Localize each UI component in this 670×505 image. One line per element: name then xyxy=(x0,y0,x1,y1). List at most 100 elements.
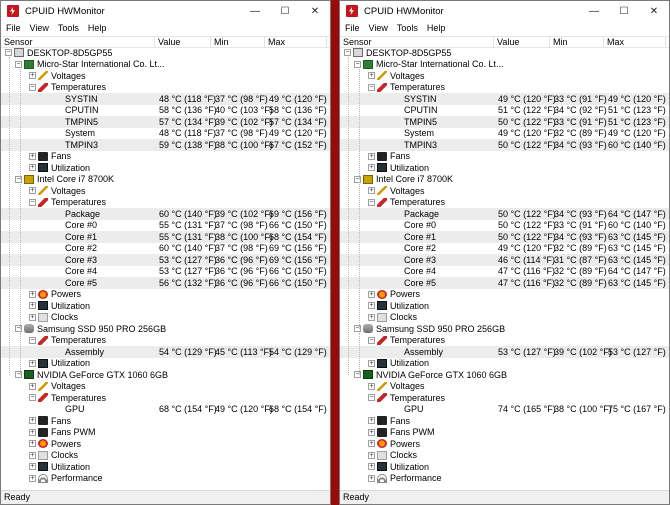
sensor-row-tmpin5[interactable]: TMPIN5 50 °C (122 °F) 33 °C (91 °F) 51 °C (… xyxy=(340,116,669,128)
expand-icon[interactable]: + xyxy=(368,290,375,298)
maximize-button[interactable]: ☐ xyxy=(609,1,639,21)
tree-node-voltages[interactable]: + Voltages xyxy=(1,185,330,197)
sensor-row-core-1[interactable]: Core #1 50 °C (122 °F) 34 °C (93 °F) 63 °C … xyxy=(340,231,669,243)
menu-tools[interactable]: Tools xyxy=(397,23,418,33)
sensor-row-core-5[interactable]: Core #5 56 °C (132 °F) 36 °C (96 °F) 66 °C … xyxy=(1,277,330,289)
tree-node-nvidia-geforce-gtx-1060-6gb[interactable]: − NVIDIA GeForce GTX 1060 6GB xyxy=(340,369,669,381)
expand-icon[interactable]: + xyxy=(29,152,36,160)
sensor-row-tmpin3[interactable]: TMPIN3 59 °C (138 °F) 38 °C (100 °F) 67 °C … xyxy=(1,139,330,151)
collapse-icon[interactable]: − xyxy=(5,49,12,57)
expand-icon[interactable]: + xyxy=(29,302,36,310)
sensor-row-core-3[interactable]: Core #3 53 °C (127 °F) 36 °C (96 °F) 69 °C … xyxy=(1,254,330,266)
tree-node-utilization[interactable]: + Utilization xyxy=(340,300,669,312)
sensor-row-core-0[interactable]: Core #0 55 °C (131 °F) 37 °C (98 °F) 66 °C … xyxy=(1,220,330,232)
minimize-button[interactable]: — xyxy=(579,1,609,21)
collapse-icon[interactable]: − xyxy=(29,336,36,344)
sensor-row-assembly[interactable]: Assembly 53 °C (127 °F) 39 °C (102 °F) 53 °… xyxy=(340,346,669,358)
tree-node-clocks[interactable]: + Clocks xyxy=(340,312,669,324)
expand-icon[interactable]: + xyxy=(29,187,36,195)
sensor-row-core-4[interactable]: Core #4 47 °C (116 °F) 32 °C (89 °F) 64 °C … xyxy=(340,266,669,278)
tree-node-intel-core-i7-8700k[interactable]: − Intel Core i7 8700K xyxy=(1,174,330,186)
menu-view[interactable]: View xyxy=(30,23,49,33)
tree-node-samsung-ssd-950-pro-256gb[interactable]: − Samsung SSD 950 PRO 256GB xyxy=(340,323,669,335)
expand-icon[interactable]: + xyxy=(368,474,375,482)
expand-icon[interactable]: + xyxy=(29,440,36,448)
tree-node-voltages[interactable]: + Voltages xyxy=(340,70,669,82)
tree-node-temperatures[interactable]: − Temperatures xyxy=(1,82,330,94)
sensor-row-gpu[interactable]: GPU 74 °C (165 °F) 38 °C (100 °F) 75 °C (16… xyxy=(340,404,669,416)
collapse-icon[interactable]: − xyxy=(29,198,36,206)
collapse-icon[interactable]: − xyxy=(354,60,361,68)
tree-node-desktop-8d5gp55[interactable]: − DESKTOP-8D5GP55 xyxy=(1,47,330,59)
expand-icon[interactable]: + xyxy=(29,290,36,298)
sensor-row-system[interactable]: System 48 °C (118 °F) 37 °C (98 °F) 49 °C (… xyxy=(1,128,330,140)
tree-node-fans-pwm[interactable]: + Fans PWM xyxy=(340,427,669,439)
tree-node-powers[interactable]: + Powers xyxy=(340,438,669,450)
collapse-icon[interactable]: − xyxy=(15,60,22,68)
close-button[interactable]: ✕ xyxy=(300,1,330,21)
tree-node-fans[interactable]: + Fans xyxy=(340,415,669,427)
minimize-button[interactable]: — xyxy=(240,1,270,21)
tree-node-temperatures[interactable]: − Temperatures xyxy=(340,392,669,404)
sensor-row-cputin[interactable]: CPUTIN 58 °C (136 °F) 40 °C (103 °F) 58 °C … xyxy=(1,105,330,117)
tree-node-desktop-8d5gp55[interactable]: − DESKTOP-8D5GP55 xyxy=(340,47,669,59)
expand-icon[interactable]: + xyxy=(29,164,36,172)
tree-node-performance[interactable]: + Performance xyxy=(340,473,669,485)
sensor-row-core-2[interactable]: Core #2 49 °C (120 °F) 32 °C (89 °F) 63 °C … xyxy=(340,243,669,255)
tree-node-clocks[interactable]: + Clocks xyxy=(1,312,330,324)
expand-icon[interactable]: + xyxy=(29,382,36,390)
expand-icon[interactable]: + xyxy=(29,72,36,80)
expand-icon[interactable]: + xyxy=(29,359,36,367)
collapse-icon[interactable]: − xyxy=(368,83,375,91)
tree-node-fans-pwm[interactable]: + Fans PWM xyxy=(1,427,330,439)
expand-icon[interactable]: + xyxy=(368,428,375,436)
expand-icon[interactable]: + xyxy=(368,382,375,390)
expand-icon[interactable]: + xyxy=(29,474,36,482)
close-button[interactable]: ✕ xyxy=(639,1,669,21)
expand-icon[interactable]: + xyxy=(29,313,36,321)
sensor-row-systin[interactable]: SYSTIN 48 °C (118 °F) 37 °C (98 °F) 49 °C (… xyxy=(1,93,330,105)
sensor-row-core-1[interactable]: Core #1 55 °C (131 °F) 38 °C (100 °F) 68 °C… xyxy=(1,231,330,243)
collapse-icon[interactable]: − xyxy=(29,394,36,402)
tree-node-clocks[interactable]: + Clocks xyxy=(340,450,669,462)
sensor-row-systin[interactable]: SYSTIN 49 °C (120 °F) 33 °C (91 °F) 49 °C (… xyxy=(340,93,669,105)
expand-icon[interactable]: + xyxy=(368,152,375,160)
expand-icon[interactable]: + xyxy=(368,451,375,459)
sensor-row-gpu[interactable]: GPU 68 °C (154 °F) 49 °C (120 °F) 68 °C (15… xyxy=(1,404,330,416)
collapse-icon[interactable]: − xyxy=(29,83,36,91)
tree-node-performance[interactable]: + Performance xyxy=(1,473,330,485)
sensor-row-package[interactable]: Package 60 °C (140 °F) 39 °C (102 °F) 69 °C… xyxy=(1,208,330,220)
expand-icon[interactable]: + xyxy=(368,164,375,172)
menu-tools[interactable]: Tools xyxy=(58,23,79,33)
expand-icon[interactable]: + xyxy=(29,417,36,425)
expand-icon[interactable]: + xyxy=(29,463,36,471)
tree-node-fans[interactable]: + Fans xyxy=(340,151,669,163)
tree-node-utilization[interactable]: + Utilization xyxy=(1,300,330,312)
tree-node-powers[interactable]: + Powers xyxy=(1,289,330,301)
tree-node-temperatures[interactable]: − Temperatures xyxy=(340,335,669,347)
expand-icon[interactable]: + xyxy=(368,359,375,367)
tree-node-voltages[interactable]: + Voltages xyxy=(1,381,330,393)
expand-icon[interactable]: + xyxy=(29,428,36,436)
tree-node-micro-star-international-co-lt[interactable]: − Micro-Star International Co. Lt... xyxy=(340,59,669,71)
tree-node-temperatures[interactable]: − Temperatures xyxy=(1,335,330,347)
sensor-row-package[interactable]: Package 50 °C (122 °F) 34 °C (93 °F) 64 °C … xyxy=(340,208,669,220)
expand-icon[interactable]: + xyxy=(368,72,375,80)
tree-node-fans[interactable]: + Fans xyxy=(1,151,330,163)
tree-node-temperatures[interactable]: − Temperatures xyxy=(340,82,669,94)
sensor-row-core-2[interactable]: Core #2 60 °C (140 °F) 37 °C (98 °F) 69 °C … xyxy=(1,243,330,255)
sensor-row-assembly[interactable]: Assembly 54 °C (129 °F) 45 °C (113 °F) 54 °… xyxy=(1,346,330,358)
expand-icon[interactable]: + xyxy=(368,417,375,425)
tree-node-utilization[interactable]: + Utilization xyxy=(340,162,669,174)
tree-node-clocks[interactable]: + Clocks xyxy=(1,450,330,462)
tree-node-intel-core-i7-8700k[interactable]: − Intel Core i7 8700K xyxy=(340,174,669,186)
tree-node-temperatures[interactable]: − Temperatures xyxy=(340,197,669,209)
tree-node-utilization[interactable]: + Utilization xyxy=(1,162,330,174)
tree-node-temperatures[interactable]: − Temperatures xyxy=(1,197,330,209)
tree-node-nvidia-geforce-gtx-1060-6gb[interactable]: − NVIDIA GeForce GTX 1060 6GB xyxy=(1,369,330,381)
expand-icon[interactable]: + xyxy=(368,187,375,195)
tree-node-utilization[interactable]: + Utilization xyxy=(1,358,330,370)
tree-node-utilization[interactable]: + Utilization xyxy=(340,461,669,473)
tree-node-voltages[interactable]: + Voltages xyxy=(1,70,330,82)
tree-node-fans[interactable]: + Fans xyxy=(1,415,330,427)
